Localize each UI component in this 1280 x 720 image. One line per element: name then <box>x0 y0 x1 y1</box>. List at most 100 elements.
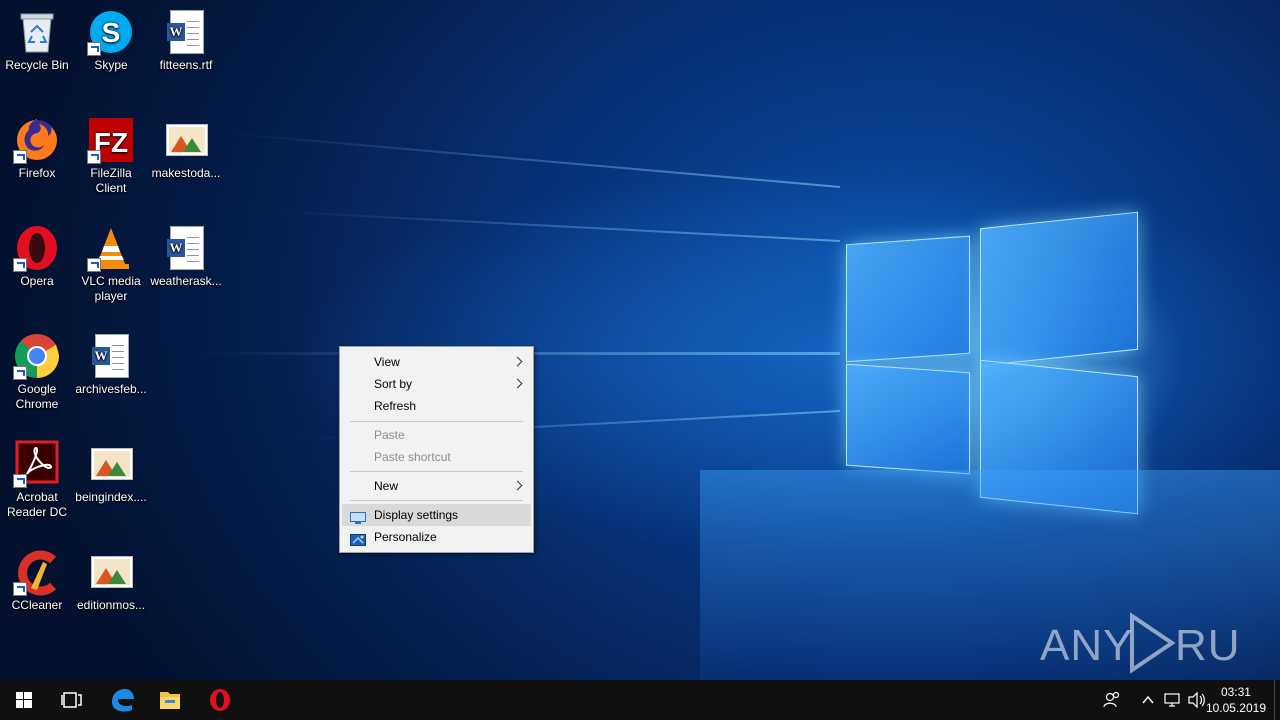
people-button[interactable] <box>1100 680 1124 720</box>
svg-text:ANY: ANY <box>1040 621 1133 670</box>
volume-button[interactable] <box>1186 680 1208 720</box>
menu-item-refresh[interactable]: Refresh <box>342 395 531 417</box>
desktop-icon-filezilla[interactable]: FZ FileZilla Client <box>74 116 148 196</box>
word-document-icon: W <box>87 332 135 380</box>
filezilla-icon: FZ <box>87 116 135 164</box>
desktop-icon-ccleaner[interactable]: CCleaner <box>0 548 74 613</box>
desktop-icon-weatherask[interactable]: W weatherask... <box>149 224 223 289</box>
chevron-right-icon <box>512 480 523 491</box>
menu-item-personalize[interactable]: Personalize <box>342 526 531 548</box>
icon-label: Recycle Bin <box>5 58 69 72</box>
taskbar-opera[interactable] <box>196 680 244 720</box>
network-button[interactable] <box>1162 680 1184 720</box>
light-beam <box>222 131 841 188</box>
icon-label: Firefox <box>18 166 56 180</box>
icon-label: Google Chrome <box>15 382 59 411</box>
light-beam <box>280 210 841 242</box>
edge-icon <box>112 689 134 712</box>
icon-label: Acrobat Reader DC <box>6 490 68 519</box>
icon-label: makestoda... <box>151 166 221 180</box>
windows-logo-pane <box>980 211 1138 367</box>
menu-item-paste[interactable]: Paste <box>342 424 531 446</box>
taskbar: 03:31 10.05.2019 <box>0 680 1280 720</box>
menu-item-label: Refresh <box>374 399 417 413</box>
menu-item-label: Paste shortcut <box>374 450 451 464</box>
icon-label: FileZilla Client <box>90 166 132 195</box>
shortcut-arrow-icon <box>13 582 27 596</box>
task-view-button[interactable] <box>48 680 96 720</box>
vlc-icon <box>87 224 135 272</box>
icon-label: VLC media player <box>81 274 141 303</box>
icon-label: editionmos... <box>76 598 146 612</box>
start-icon <box>16 692 32 708</box>
image-file-icon <box>162 116 210 164</box>
display-icon <box>350 509 366 524</box>
recycle-bin-icon <box>13 8 61 56</box>
menu-item-display-settings[interactable]: Display settings <box>342 504 531 526</box>
opera-icon <box>210 689 230 711</box>
desktop-icon-recycle-bin[interactable]: Recycle Bin <box>0 8 74 73</box>
taskbar-edge[interactable] <box>98 680 146 720</box>
chrome-icon <box>13 332 61 380</box>
shortcut-arrow-icon <box>87 258 101 272</box>
shortcut-arrow-icon <box>13 258 27 272</box>
network-icon <box>1164 693 1180 707</box>
desktop-icon-opera[interactable]: Opera <box>0 224 74 289</box>
acrobat-icon <box>13 440 61 488</box>
menu-item-sort-by[interactable]: Sort by <box>342 373 531 395</box>
firefox-icon <box>13 116 61 164</box>
volume-icon <box>1188 691 1205 709</box>
skype-icon: S <box>87 8 135 56</box>
chevron-right-icon <box>512 378 523 389</box>
desktop-icon-skype[interactable]: S Skype <box>74 8 148 73</box>
shortcut-arrow-icon <box>13 474 27 488</box>
menu-separator <box>350 500 523 501</box>
start-button[interactable] <box>0 680 48 720</box>
taskbar-clock[interactable]: 03:31 10.05.2019 <box>1206 684 1266 716</box>
word-document-icon: W <box>162 224 210 272</box>
desktop-context-menu: View Sort by Refresh Paste Paste shortcu… <box>339 346 534 553</box>
icon-label: archivesfeb... <box>75 382 147 396</box>
chevron-right-icon <box>512 356 523 367</box>
menu-separator <box>350 471 523 472</box>
icon-label: beingindex.... <box>75 490 147 504</box>
show-hidden-icons-button[interactable] <box>1138 680 1158 720</box>
menu-item-view[interactable]: View <box>342 351 531 373</box>
desktop-icon-acrobat-reader[interactable]: Acrobat Reader DC <box>0 440 74 520</box>
icon-label: Skype <box>94 58 128 72</box>
menu-item-paste-shortcut[interactable]: Paste shortcut <box>342 446 531 468</box>
desktop-icon-archivesfeb[interactable]: W archivesfeb... <box>74 332 148 397</box>
menu-item-label: New <box>374 479 399 493</box>
image-file-icon <box>87 440 135 488</box>
desktop-icon-vlc[interactable]: VLC media player <box>74 224 148 304</box>
desktop-background[interactable]: Recycle Bin Firefox Opera Google Chrome … <box>0 0 1280 680</box>
svg-text:RUN: RUN <box>1175 621 1240 670</box>
word-document-icon: W <box>162 8 210 56</box>
desktop-icon-firefox[interactable]: Firefox <box>0 116 74 181</box>
chevron-up-icon <box>1142 695 1154 704</box>
opera-icon <box>13 224 61 272</box>
ccleaner-icon <box>13 548 61 596</box>
file-explorer-icon <box>160 692 180 709</box>
desktop-icon-google-chrome[interactable]: Google Chrome <box>0 332 74 412</box>
windows-logo-pane <box>846 235 970 363</box>
windows-logo-pane <box>846 363 970 475</box>
taskbar-file-explorer[interactable] <box>146 680 194 720</box>
menu-item-label: Paste <box>374 428 405 442</box>
icon-label: weatherask... <box>150 274 222 288</box>
menu-separator <box>350 421 523 422</box>
menu-item-new[interactable]: New <box>342 475 531 497</box>
desktop-icon-fitteens[interactable]: W fitteens.rtf <box>149 8 223 73</box>
show-desktop-button[interactable] <box>1274 680 1280 720</box>
menu-item-label: Personalize <box>374 530 437 544</box>
personalize-icon <box>350 531 366 546</box>
desktop-icon-editionmos[interactable]: editionmos... <box>74 548 148 613</box>
menu-item-label: Sort by <box>374 377 413 391</box>
shortcut-arrow-icon <box>13 150 27 164</box>
icon-label: fitteens.rtf <box>159 58 213 72</box>
menu-item-label: Display settings <box>374 508 459 522</box>
clock-time: 03:31 <box>1220 685 1251 699</box>
desktop-icon-makestoda[interactable]: makestoda... <box>149 116 223 181</box>
task-view-icon <box>61 692 82 708</box>
desktop-icon-beingindex[interactable]: beingindex.... <box>74 440 148 505</box>
